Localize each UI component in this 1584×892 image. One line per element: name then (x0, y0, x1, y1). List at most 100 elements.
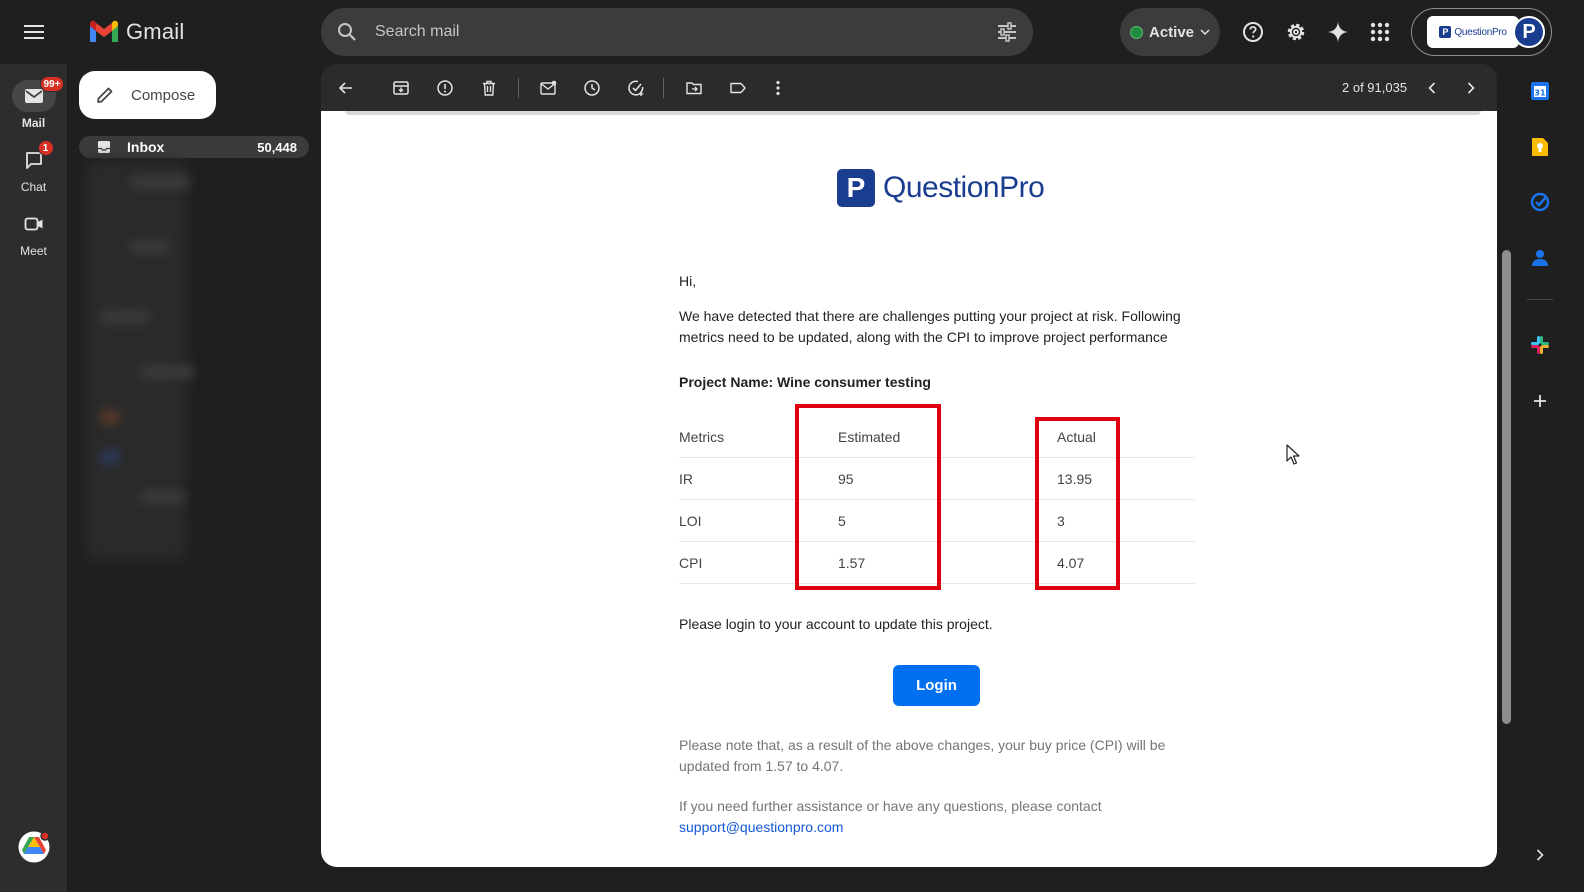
main-menu-button[interactable] (16, 16, 52, 48)
project-name: Project Name: Wine consumer testing (679, 374, 931, 390)
rail-chat-label: Chat (20, 180, 47, 194)
trash-icon (483, 80, 495, 96)
meet-pill[interactable] (12, 208, 56, 240)
chevron-left-icon (1428, 82, 1436, 94)
add-to-tasks-button[interactable] (624, 76, 648, 100)
older-button[interactable] (1459, 76, 1483, 100)
pagination-label: 2 of 91,035 (1342, 80, 1408, 95)
compose-button[interactable]: Compose (79, 71, 216, 119)
sidebar-item-inbox[interactable]: Inbox 50,448 (79, 136, 309, 158)
avatar[interactable]: P (1513, 16, 1545, 48)
toolbar-divider (663, 78, 664, 98)
toolbar-divider (518, 78, 519, 98)
apps-button[interactable] (1364, 16, 1396, 48)
login-prompt: Please login to your account to update t… (679, 616, 993, 632)
mail-icon (24, 89, 43, 103)
chevron-down-icon (1200, 29, 1210, 35)
compose-label: Compose (131, 86, 196, 104)
calendar-button[interactable]: 31 (1528, 79, 1552, 103)
keep-button[interactable] (1528, 135, 1552, 159)
inbox-count: 50,448 (257, 139, 297, 155)
folder-move-icon (686, 82, 702, 95)
contacts-icon (1532, 250, 1548, 266)
calendar-icon: 31 (1531, 82, 1549, 100)
blurred-item (130, 240, 170, 254)
help-line: If you need further assistance or have a… (679, 798, 1102, 814)
price-note-line-1: Please note that, as a result of the abo… (679, 737, 1166, 753)
labels-button[interactable] (726, 76, 750, 100)
side-panel-divider (1527, 299, 1553, 300)
search-input[interactable]: Search mail (375, 23, 459, 41)
gmail-logo[interactable]: Gmail (88, 16, 184, 48)
settings-button[interactable] (1280, 16, 1312, 48)
help-paragraph: If you need further assistance or have a… (679, 796, 1102, 838)
org-logo-name: QuestionPro (1454, 26, 1507, 38)
login-button[interactable]: Login (893, 665, 980, 706)
mark-unread-icon (540, 80, 557, 95)
chat-badge: 1 (37, 140, 54, 156)
message-toolbar: 2 of 91,035 (321, 64, 1497, 111)
blurred-item (130, 175, 190, 189)
search-options-icon[interactable] (995, 20, 1019, 44)
svg-text:31: 31 (1534, 89, 1546, 98)
mail-pill[interactable]: 99+ (11, 76, 65, 112)
back-button[interactable] (334, 76, 358, 100)
brand-logo: P QuestionPro (837, 169, 1045, 207)
more-vert-icon (776, 80, 780, 96)
brand-logo-mark: P (837, 169, 875, 207)
get-addons-button[interactable] (1528, 389, 1552, 413)
apps-grid-icon (1370, 22, 1390, 42)
scrollbar-thumb[interactable] (1502, 250, 1511, 724)
chevron-right-icon (1536, 849, 1544, 861)
mark-unread-button[interactable] (536, 76, 560, 100)
account-switcher[interactable]: P QuestionPro P (1411, 8, 1552, 56)
support-email-link[interactable]: support@questionpro.com (679, 819, 843, 835)
delete-button[interactable] (477, 76, 501, 100)
chat-pill[interactable]: 1 (12, 140, 56, 176)
add-icon (1534, 395, 1546, 407)
help-icon (1243, 22, 1263, 42)
newer-button[interactable] (1420, 76, 1444, 100)
report-icon (437, 80, 453, 96)
hamburger-icon (24, 25, 44, 39)
sparkle-icon (1328, 22, 1348, 42)
intro-paragraph: We have detected that there are challeng… (679, 306, 1181, 348)
label-icon (730, 82, 746, 94)
rail-chat[interactable]: 1 Chat (0, 140, 67, 194)
intro-line-2: metrics need to be updated, along with t… (679, 329, 1168, 345)
archive-button[interactable] (389, 76, 413, 100)
status-label: Active (1148, 23, 1195, 41)
rail-meet[interactable]: Meet (0, 208, 67, 258)
brand-logo-name: QuestionPro (883, 171, 1045, 204)
arrow-left-icon (338, 82, 352, 94)
video-icon (24, 217, 42, 231)
search-bar[interactable]: Search mail (321, 8, 1033, 56)
more-button[interactable] (766, 76, 790, 100)
help-button[interactable] (1237, 16, 1269, 48)
rail-mail[interactable]: 99+ Mail (0, 76, 67, 130)
blurred-item (100, 410, 120, 424)
price-note-line-2: updated from 1.57 to 4.07. (679, 758, 844, 774)
gemini-button[interactable] (1322, 16, 1354, 48)
mail-badge: 99+ (39, 76, 65, 92)
archive-icon (393, 81, 409, 95)
rail-mail-label: Mail (21, 116, 46, 130)
org-logo: P QuestionPro (1427, 16, 1519, 48)
blurred-item (140, 365, 195, 379)
snooze-button[interactable] (580, 76, 604, 100)
drive-icon[interactable] (18, 831, 50, 863)
greeting: Hi, (679, 273, 697, 289)
contacts-button[interactable] (1528, 246, 1552, 270)
gmail-m-icon (90, 20, 118, 42)
blurred-item (100, 450, 120, 464)
move-to-button[interactable] (682, 76, 706, 100)
slack-button[interactable] (1528, 333, 1552, 357)
blurred-item (140, 490, 185, 504)
gear-icon (1287, 23, 1305, 41)
show-side-panel-button[interactable] (1528, 843, 1552, 867)
tasks-button[interactable] (1528, 190, 1552, 214)
report-spam-button[interactable] (433, 76, 457, 100)
pencil-icon (97, 87, 113, 103)
status-button[interactable]: Active (1120, 8, 1220, 56)
search-icon[interactable] (335, 20, 359, 44)
